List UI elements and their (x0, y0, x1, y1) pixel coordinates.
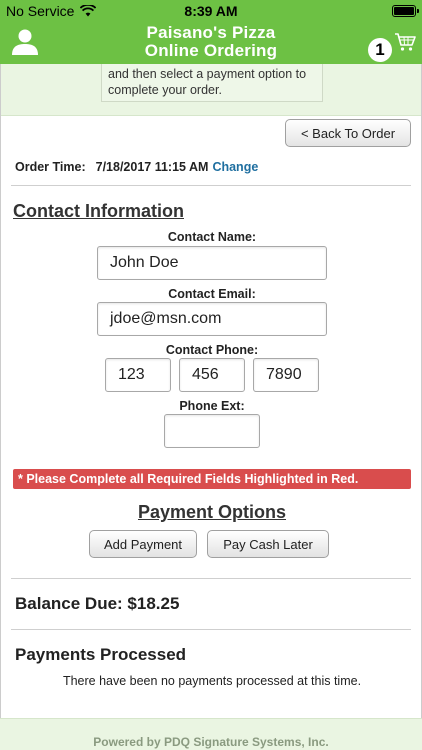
battery-icon (392, 5, 419, 17)
cart-icon[interactable] (394, 32, 416, 52)
checkout-content: and then select a payment option to comp… (0, 64, 422, 718)
contact-email-input[interactable]: jdoe@msn.com (97, 302, 327, 336)
balance-due: Balance Due: $18.25 (15, 594, 180, 613)
pay-cash-later-button[interactable]: Pay Cash Later (207, 530, 329, 558)
divider (11, 629, 411, 630)
instruction-notice: and then select a payment option to comp… (101, 64, 323, 102)
contact-information-title: Contact Information (13, 201, 184, 221)
divider (11, 185, 411, 186)
notice-line1: and then select a payment option to (108, 67, 307, 81)
add-payment-button[interactable]: Add Payment (89, 530, 197, 558)
change-order-time-link[interactable]: Change (212, 160, 258, 174)
order-time-row: Order Time: 7/18/2017 11:15 AM Change (15, 160, 258, 174)
cart-count-badge[interactable]: 1 (368, 38, 392, 62)
phone-line-number-input[interactable]: 7890 (253, 358, 319, 392)
no-payments-message: There have been no payments processed at… (62, 674, 362, 688)
contact-phone-label: Contact Phone: (165, 343, 259, 357)
phone-area-code-input[interactable]: 123 (105, 358, 171, 392)
payments-processed-title: Payments Processed (15, 645, 187, 664)
divider (11, 578, 411, 579)
contact-email-label: Contact Email: (168, 287, 256, 301)
nav-bar: Paisano's Pizza Online Ordering 1 (0, 22, 422, 64)
back-to-order-button[interactable]: < Back To Order (285, 119, 411, 147)
order-time-label: Order Time: (15, 160, 86, 174)
notice-line2: complete your order. (108, 83, 222, 97)
contact-name-input[interactable]: John Doe (97, 246, 327, 280)
nav-title: Paisano's Pizza Online Ordering (0, 24, 422, 60)
nav-title-line2: Online Ordering (144, 41, 278, 60)
phone-ext-input[interactable] (164, 414, 260, 448)
status-bar: No Service 8:39 AM (0, 0, 422, 22)
payment-options-title: Payment Options (137, 502, 287, 522)
powered-by-footer: Powered by PDQ Signature Systems, Inc. (0, 718, 422, 750)
notice-band: and then select a payment option to comp… (1, 64, 421, 116)
nav-title-line1: Paisano's Pizza (146, 23, 276, 42)
phone-prefix-input[interactable]: 456 (179, 358, 245, 392)
status-time: 8:39 AM (184, 3, 238, 19)
phone-ext-label: Phone Ext: (179, 399, 245, 413)
required-fields-alert: * Please Complete all Required Fields Hi… (13, 469, 411, 489)
order-time-value: 7/18/2017 11:15 AM (95, 160, 209, 174)
contact-name-label: Contact Name: (167, 230, 257, 244)
